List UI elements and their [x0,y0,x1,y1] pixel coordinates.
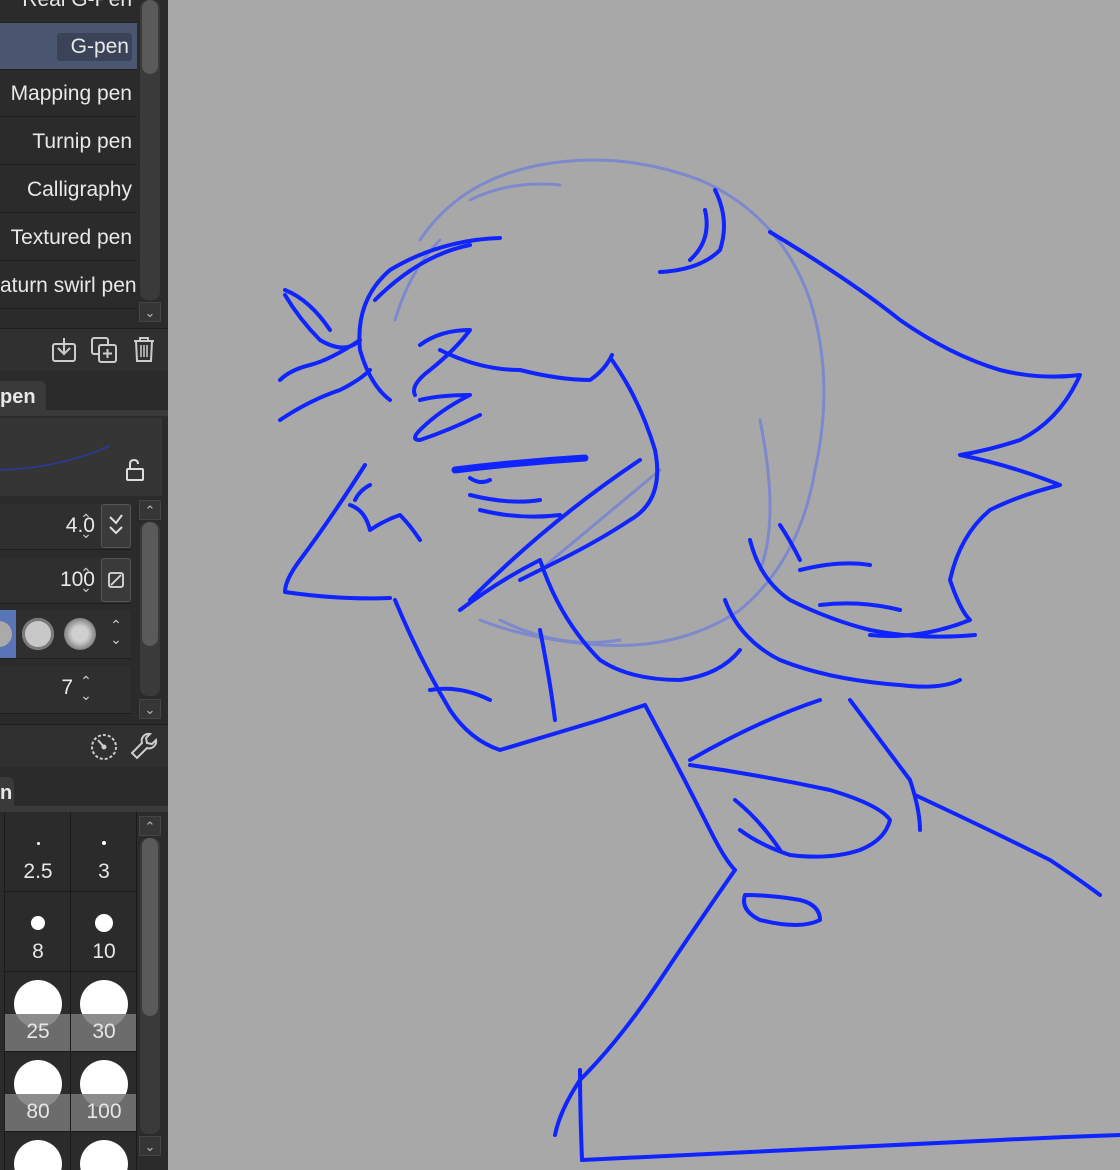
size-label: 25 [26,1020,50,1043]
size-cell-2.5[interactable]: 2.5 [5,812,71,892]
size-cell-3[interactable]: 3 [71,812,137,892]
brush-item-turnip-pen[interactable]: Turnip pen [0,118,137,165]
size-cell-80[interactable]: 80 [5,1052,71,1132]
brush-item-mapping-pen[interactable]: Mapping pen [0,70,137,117]
brush-item-saturn-swirl-pen[interactable]: aturn swirl pen [0,262,137,309]
tool-property-tab[interactable]: pen [0,381,46,411]
hardness-option-selected[interactable] [0,610,16,658]
trash-icon[interactable] [130,335,158,363]
scrollbar-thumb[interactable] [142,522,158,646]
size-cell-100[interactable]: 100 [71,1052,137,1132]
gauge-icon[interactable] [88,730,120,762]
pressure-button[interactable] [101,504,131,548]
stabilization-stepper[interactable]: ⌃ ⌄ [76,674,96,706]
opacity-mode-button[interactable] [101,558,131,602]
size-cell-25[interactable]: 25 [5,972,71,1052]
brush-size-palette-tab-label: n [0,782,13,804]
hardness-row: ⌃ ⌄ [0,610,131,659]
stabilization-row: 7 [0,666,131,714]
brush-size-grid: 2.5 3 8 10 25 30 80 100 [0,812,137,1170]
size-palette-scrollbar[interactable] [140,838,160,1134]
import-icon[interactable] [50,336,78,364]
stroke-preview [0,418,162,496]
size-label: 8 [32,940,44,963]
wrench-icon[interactable] [128,730,160,762]
duplicate-icon[interactable] [90,336,118,364]
opacity-stepper[interactable]: ⌃ ⌄ [76,566,96,598]
brush-item-textured-pen[interactable]: Textured pen [0,214,137,261]
brush-item-label: Real G-Pen [22,0,132,11]
size-label: 80 [26,1100,50,1123]
property-toolbar [0,724,168,767]
chevron-up-icon[interactable]: ⌃ [139,500,161,520]
hardness-stepper[interactable]: ⌃ ⌄ [106,618,126,650]
chevron-down-icon[interactable]: ⌄ [139,699,161,719]
brush-item-label: G-pen [56,33,132,61]
drawing-canvas[interactable] [168,0,1120,1170]
chevron-down-icon[interactable]: ⌄ [139,302,161,322]
property-scrollbar[interactable] [140,522,160,696]
sync-icon [109,514,123,535]
main-strokes [278,188,1120,1162]
stroke-preview-curve [0,445,111,471]
chevron-up-icon[interactable]: ⌃ [139,816,161,836]
size-cell-partial[interactable] [71,1132,137,1170]
brush-size-palette-tab[interactable]: n [0,777,14,807]
brush-item-label: Calligraphy [26,178,132,201]
brush-item-label: Textured pen [10,226,132,249]
brush-item-calligraphy[interactable]: Calligraphy [0,166,137,213]
brush-item-label: Mapping pen [10,82,132,105]
scrollbar-thumb[interactable] [142,838,158,1016]
hardness-option-medium[interactable] [22,618,54,650]
size-label: 100 [86,1100,122,1123]
brush-item-label: Turnip pen [32,130,132,153]
size-label: 3 [98,860,110,883]
brush-toolbar [0,328,168,371]
size-cell-30[interactable]: 30 [71,972,137,1052]
size-label: 30 [92,1020,116,1043]
brush-item-label: aturn swirl pen [0,274,137,297]
stabilization-value[interactable]: 7 [61,676,73,700]
brush-item-real-g-pen[interactable]: Real G-Pen [0,0,137,23]
size-cell-8[interactable]: 8 [5,892,71,972]
pressure-icon [108,572,124,588]
brush-item-g-pen[interactable]: G-pen [0,23,137,70]
tool-property-tab-label: pen [0,386,36,408]
brush-list-scrollbar[interactable] [140,0,160,300]
scrollbar-thumb[interactable] [142,0,158,74]
chevron-down-icon[interactable]: ⌄ [139,1136,161,1156]
brush-size-stepper[interactable]: ⌃ ⌄ [76,512,96,544]
tool-panel: Real G-Pen G-pen Mapping pen Turnip pen … [0,0,168,1170]
size-cell-partial[interactable] [5,1132,71,1170]
sketch-drawing [278,158,1120,1162]
unlock-icon[interactable] [124,458,148,482]
brush-list: Real G-Pen G-pen Mapping pen Turnip pen … [0,0,137,326]
hardness-option-soft[interactable] [64,618,96,650]
size-cell-10[interactable]: 10 [71,892,137,972]
size-label: 10 [92,940,116,963]
size-label: 2.5 [23,860,53,883]
